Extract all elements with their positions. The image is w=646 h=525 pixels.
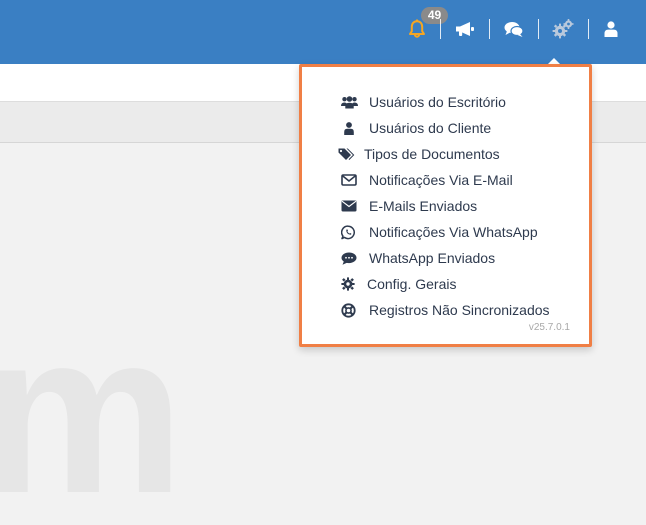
settings-menu: Usuários do Escritório Usuários do Clien… <box>338 89 550 323</box>
separator <box>538 19 539 39</box>
menu-item-registros-nao-sincronizados[interactable]: Registros Não Sincronizados <box>341 297 550 323</box>
speech-bubble-icon <box>341 250 361 266</box>
gears-icon <box>552 19 574 39</box>
menu-item-label: Usuários do Escritório <box>369 94 506 110</box>
gear-icon <box>341 276 361 292</box>
users-icon <box>341 94 361 110</box>
menu-item-label: Registros Não Sincronizados <box>369 302 550 318</box>
separator <box>440 19 441 39</box>
chat-icon <box>504 21 524 37</box>
menu-item-notificacoes-email[interactable]: Notificações Via E-Mail <box>341 167 550 193</box>
user-icon <box>604 21 618 37</box>
envelope-outline-icon <box>341 172 361 188</box>
menu-item-tipos-documentos[interactable]: Tipos de Documentos <box>338 141 550 167</box>
user-menu-button[interactable] <box>596 14 626 44</box>
announcements-button[interactable] <box>450 14 480 44</box>
background-watermark: m <box>0 284 185 525</box>
menu-item-label: E-Mails Enviados <box>369 198 478 214</box>
menu-item-emails-enviados[interactable]: E-Mails Enviados <box>341 193 550 219</box>
menu-item-whatsapp-enviados[interactable]: WhatsApp Enviados <box>341 245 550 271</box>
menu-item-usuarios-cliente[interactable]: Usuários do Cliente <box>341 115 550 141</box>
notifications-badge: 49 <box>421 7 448 24</box>
separator <box>489 19 490 39</box>
menu-item-label: Notificações Via WhatsApp <box>369 224 538 240</box>
whatsapp-icon <box>341 224 361 240</box>
lifebuoy-icon <box>341 302 361 318</box>
menu-item-label: Config. Gerais <box>367 276 457 292</box>
menu-item-label: Notificações Via E-Mail <box>369 172 513 188</box>
menu-item-notificacoes-whatsapp[interactable]: Notificações Via WhatsApp <box>341 219 550 245</box>
envelope-icon <box>341 198 361 214</box>
settings-button[interactable] <box>548 14 578 44</box>
messages-button[interactable] <box>499 14 529 44</box>
separator <box>588 19 589 39</box>
menu-item-label: WhatsApp Enviados <box>369 250 496 266</box>
megaphone-icon <box>456 22 474 36</box>
settings-dropdown: Usuários do Escritório Usuários do Clien… <box>299 64 592 347</box>
menu-item-label: Usuários do Cliente <box>369 120 492 136</box>
version-label: v25.7.0.1 <box>528 322 570 333</box>
menu-item-config-gerais[interactable]: Config. Gerais <box>341 271 550 297</box>
user-icon <box>341 120 361 136</box>
menu-item-label: Tipos de Documentos <box>364 146 500 162</box>
menu-item-usuarios-escritorio[interactable]: Usuários do Escritório <box>341 89 550 115</box>
tags-icon <box>338 146 358 162</box>
